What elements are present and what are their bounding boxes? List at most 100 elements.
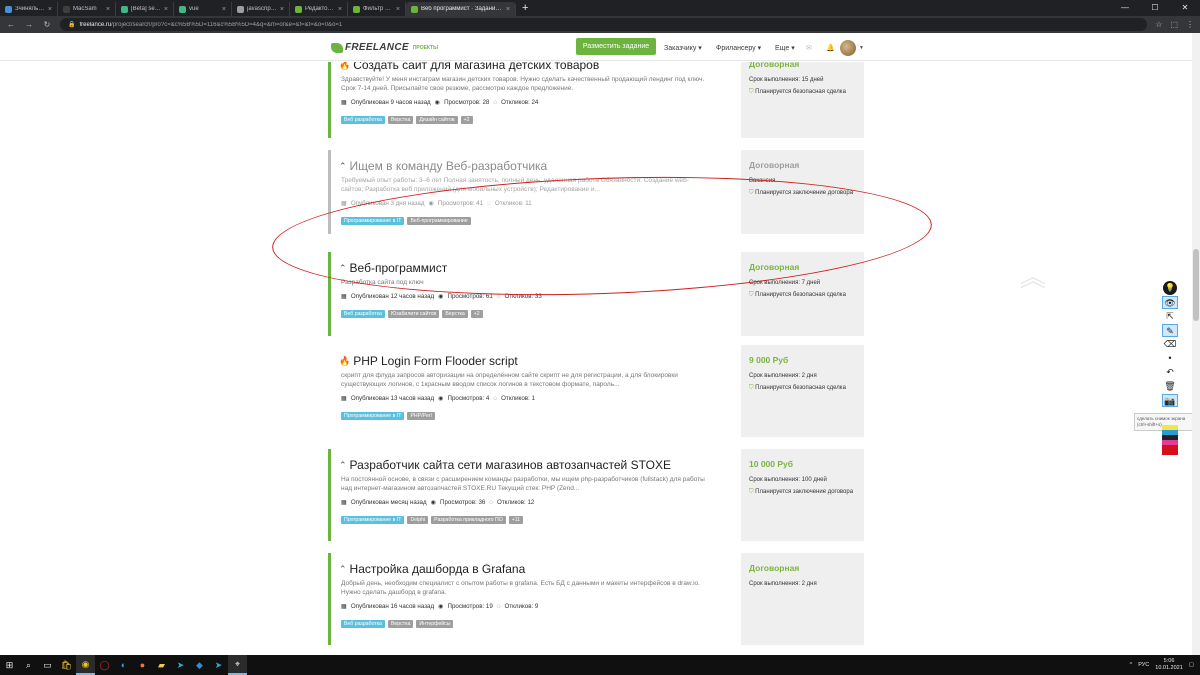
vscode-icon[interactable]: ◆ [190, 655, 209, 675]
tab-close-icon[interactable]: × [280, 6, 284, 13]
category-tag[interactable]: Delphi [407, 516, 429, 524]
trash-icon[interactable]: 🗑 [1162, 380, 1178, 393]
safe-deal-text: Планируется безопасная сделка [755, 89, 846, 95]
project-title-text[interactable]: Создать сайт для магазина детских товаро… [353, 62, 599, 72]
tab-title: javascript hodight elements - Пом [247, 6, 277, 12]
browser-tab[interactable]: javascript hodight elements - Пом× [232, 2, 290, 16]
category-tag[interactable]: Верстка [442, 310, 468, 318]
tab-close-icon[interactable]: × [48, 6, 52, 13]
browser-tab[interactable]: Зчиняль сн зм...× [0, 2, 58, 16]
browser-tab[interactable]: Редактор | Публиканы работы и× [290, 2, 348, 16]
avatar[interactable] [840, 40, 856, 56]
telegram2-icon[interactable]: ➤ [209, 655, 228, 675]
category-tag[interactable]: Юзабилити сайтов [387, 310, 440, 318]
extension-icon[interactable]: ⬚ [1170, 20, 1178, 29]
star-icon[interactable]: ☆ [1155, 20, 1162, 29]
windows-start-icon[interactable]: ⊞ [0, 655, 19, 675]
store-icon[interactable]: 🛍 [57, 655, 76, 675]
category-tag[interactable]: Веб разработка [341, 310, 385, 318]
category-tag[interactable]: +11 [508, 516, 524, 524]
telegram-icon[interactable]: ➤ [171, 655, 190, 675]
project-title-text[interactable]: Разработчик сайта сети магазинов автозап… [350, 458, 671, 472]
reload-icon[interactable]: ↻ [42, 20, 52, 29]
project-title[interactable]: ⌃ Ищем в команду Веб-разработчика [339, 159, 547, 173]
project-title[interactable]: ⌃ Настройка дашборда в Grafana [339, 562, 525, 576]
eraser-icon[interactable]: ⌫ [1162, 338, 1178, 351]
pen-icon[interactable]: ✎ [1162, 324, 1178, 337]
scrollbar-thumb[interactable] [1193, 249, 1199, 321]
url-field[interactable]: 🔒 freelance.ru/project/search/pro?c=&c%5… [60, 18, 1148, 31]
project-title-text[interactable]: PHP Login Form Flooder script [353, 354, 518, 368]
minimize-icon[interactable]: — [1110, 0, 1140, 16]
menu-dots-icon[interactable]: ⋮ [1186, 20, 1194, 29]
back-icon[interactable]: ← [6, 20, 16, 29]
category-tag[interactable]: Дизайн сайтов [416, 116, 458, 124]
edge-icon[interactable]: ◐ [114, 655, 133, 675]
browser-tab[interactable]: Веб программист · Задание до × [406, 2, 516, 16]
tab-close-icon[interactable]: × [396, 6, 400, 13]
camera-icon[interactable]: 📷 [1162, 394, 1178, 407]
files-icon[interactable]: ▰ [152, 655, 171, 675]
tray-chevron-icon[interactable]: ^ [1130, 662, 1133, 668]
browser-tab[interactable]: [Beta] server: Задание проекта× [116, 2, 174, 16]
post-task-button[interactable]: Разместить задание [576, 38, 656, 55]
scroll-to-top-icon[interactable]: ︽ [1018, 264, 1048, 298]
project-card[interactable]: 🔥 Создать сайт для магазина детских товар… [328, 62, 739, 138]
category-tag[interactable]: Веб разработка [341, 116, 385, 124]
language-indicator[interactable]: РУС [1138, 662, 1149, 668]
dot-icon[interactable]: • [1162, 352, 1178, 365]
new-tab-button[interactable]: + [516, 2, 534, 16]
category-tag[interactable]: Программирование в IT [341, 412, 405, 420]
search-icon[interactable]: ⌕ [19, 655, 38, 675]
project-title-text[interactable]: Настройка дашборда в Grafana [350, 562, 526, 576]
color-palette[interactable] [1162, 425, 1178, 455]
project-title[interactable]: 🔥 PHP Login Form Flooder script [339, 354, 518, 368]
category-tag[interactable]: +2 [470, 310, 483, 318]
task-view-icon[interactable]: ▭ [38, 655, 57, 675]
tab-close-icon[interactable]: × [164, 6, 168, 13]
category-tag[interactable]: Верстка [387, 620, 414, 628]
undo-icon[interactable]: ↶ [1162, 366, 1178, 379]
opera-icon[interactable]: ◯ [95, 655, 114, 675]
notifications-icon[interactable]: ▢ [1189, 662, 1194, 668]
firefox-icon[interactable]: ● [133, 655, 152, 675]
cursor-icon[interactable]: ⇱ [1162, 310, 1178, 323]
tab-close-icon[interactable]: × [106, 6, 110, 13]
tab-close-icon[interactable]: × [338, 6, 342, 13]
mail-icon[interactable]: ✉ [806, 44, 812, 52]
category-tag[interactable]: Программирование в IT [341, 516, 405, 524]
safe-deal-text: Планируется заключение договора [755, 489, 854, 495]
menu-freelancer[interactable]: Фрилансеру ▾ [716, 44, 761, 52]
page-scrollbar[interactable] [1192, 33, 1200, 655]
lightbulb-icon[interactable]: 💡 [1163, 281, 1177, 295]
category-tag[interactable]: Интерфейсы [416, 620, 454, 628]
clock[interactable]: 5:06 10.01.2021 [1155, 658, 1183, 672]
chrome-icon[interactable]: ◉ [76, 655, 95, 675]
project-card[interactable]: 🔥 PHP Login Form Flooder script скрипт для… [328, 345, 739, 437]
category-tag[interactable]: Разработка прикладного ПО [431, 516, 506, 524]
category-tag[interactable]: PHP/Perl [407, 412, 435, 420]
category-tag[interactable]: Веб разработка [341, 620, 385, 628]
tab-close-icon[interactable]: × [506, 6, 510, 13]
browser-tab[interactable]: Фильтр заданий · Проекты · Vo× [348, 2, 406, 16]
project-title[interactable]: 🔥 Создать сайт для магазина детских товар… [339, 62, 599, 72]
category-tag[interactable]: Верстка [387, 116, 414, 124]
freelance-logo[interactable]: FREELANCE ПРОЕКТЫ [331, 42, 438, 53]
chevron-down-icon[interactable]: ▼ [859, 45, 864, 51]
browser-tab[interactable]: vue × [174, 2, 232, 16]
forward-icon[interactable]: → [24, 20, 34, 29]
browser-tab[interactable]: MacSam × [58, 2, 116, 16]
project-title[interactable]: ⌃ Разработчик сайта сети магазинов автоза… [339, 458, 671, 472]
menu-more[interactable]: Еще ▾ [775, 44, 795, 52]
close-window-icon[interactable]: ✕ [1170, 0, 1200, 16]
menu-customer[interactable]: Заказчику ▾ [664, 44, 702, 52]
maximize-icon[interactable]: ☐ [1140, 0, 1170, 16]
bell-icon[interactable]: 🔔 [826, 44, 835, 52]
project-title-text[interactable]: Ищем в команду Веб-разработчика [350, 159, 548, 173]
category-tag[interactable]: +2 [460, 116, 473, 124]
eye-icon[interactable]: 👁 [1162, 296, 1178, 309]
project-card[interactable]: ⌃ Настройка дашборда в Grafana Добрый день… [328, 553, 739, 645]
project-card[interactable]: ⌃ Разработчик сайта сети магазинов автоза… [328, 449, 739, 541]
maps-icon[interactable]: ⌖ [228, 655, 247, 675]
tab-close-icon[interactable]: × [222, 6, 226, 13]
